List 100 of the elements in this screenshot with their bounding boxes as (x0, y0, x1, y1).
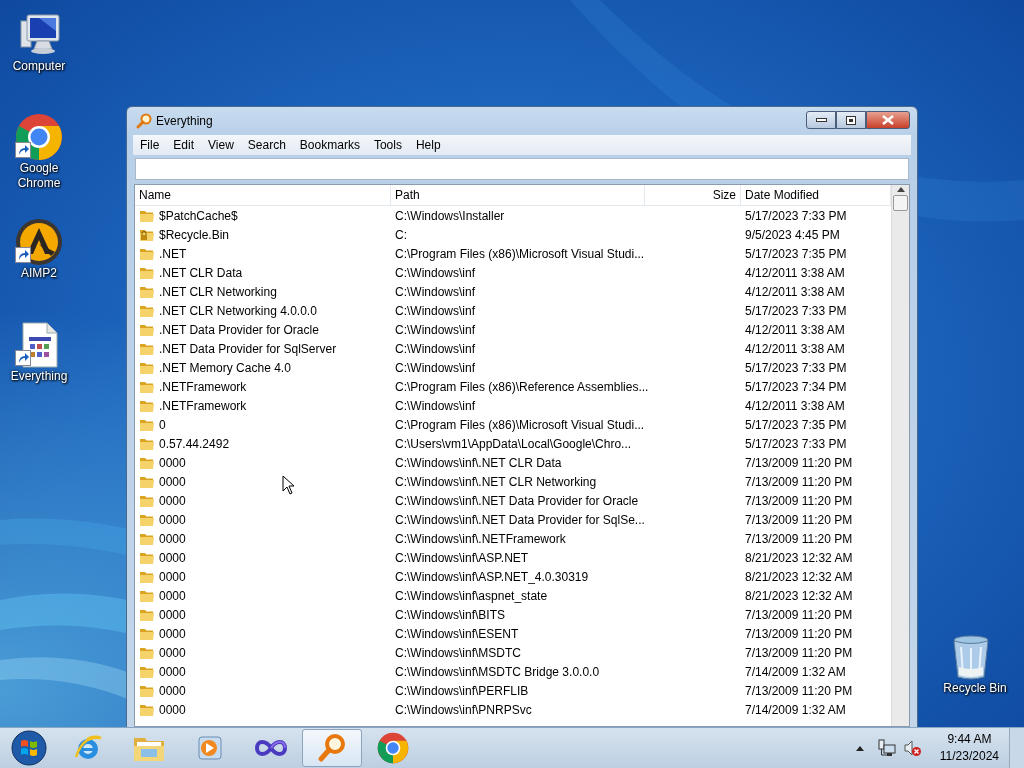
start-button[interactable] (11, 730, 47, 766)
file-name[interactable]: 0000 (159, 531, 186, 546)
date-modified: 7/13/2009 11:20 PM (744, 531, 854, 546)
locked-folder-icon (139, 227, 155, 242)
file-name[interactable]: 0000 (159, 474, 186, 489)
file-name[interactable]: 0000 (159, 569, 186, 584)
file-name[interactable]: 0000 (159, 493, 186, 508)
menu-item[interactable]: Bookmarks (292, 138, 367, 152)
folder-icon (139, 531, 155, 546)
folder-icon (139, 208, 155, 223)
file-path: C:\Windows\inf (394, 398, 477, 413)
scrollbar[interactable] (891, 185, 909, 726)
date-modified: 4/12/2011 3:38 AM (744, 284, 846, 299)
file-path: C: (394, 227, 408, 242)
clock-date[interactable]: 11/23/2024 (939, 748, 999, 765)
file-name[interactable]: .NET Data Provider for Oracle (159, 322, 319, 337)
folder-icon (139, 303, 155, 318)
file-name[interactable]: 0000 (159, 645, 186, 660)
date-modified: 4/12/2011 3:38 AM (744, 322, 846, 337)
column-header[interactable]: Name (135, 185, 391, 205)
folder-icon (139, 550, 155, 565)
folder-icon (139, 360, 155, 375)
menu-item[interactable]: File (133, 138, 167, 152)
close-button[interactable] (866, 111, 910, 129)
date-modified: 7/13/2009 11:20 PM (744, 607, 854, 622)
maximize-button[interactable] (836, 111, 866, 129)
file-path: C:\Program Files (x86)\Microsoft Visual Studi... (394, 246, 646, 261)
file-path: C:\Windows\inf\ASP.NET_4.0.30319 (394, 569, 590, 584)
file-name[interactable]: .NETFramework (159, 398, 247, 413)
network-icon[interactable] (877, 739, 896, 757)
clock-time[interactable]: 9:44 AM (947, 731, 992, 748)
date-modified: 5/17/2023 7:33 PM (744, 436, 848, 451)
folder-icon (139, 265, 155, 280)
minimize-button[interactable] (806, 111, 836, 129)
desktop-icon-label[interactable]: Google Chrome (4, 161, 74, 191)
file-name[interactable]: .NET CLR Networking (159, 284, 277, 299)
show-hidden-icons-button[interactable] (855, 745, 864, 751)
menu-item[interactable]: Help (408, 138, 448, 152)
search-field[interactable] (135, 158, 909, 180)
date-modified: 4/12/2011 3:38 AM (744, 265, 846, 280)
folder-icon (139, 284, 155, 299)
file-name[interactable]: 0000 (159, 550, 186, 565)
file-name[interactable]: .NET (159, 246, 187, 261)
scroll-up-arrow-icon[interactable] (896, 187, 905, 192)
folder-icon (139, 569, 155, 584)
file-name[interactable]: 0000 (159, 607, 186, 622)
taskbar-button[interactable] (302, 729, 362, 767)
file-path: C:\Windows\inf (394, 322, 477, 337)
file-path: C:\Windows\inf\MSDTC Bridge 3.0.0.0 (394, 664, 601, 679)
folder-icon (139, 398, 155, 413)
file-path: C:\Windows\inf\BITS (394, 607, 507, 622)
date-modified: 8/21/2023 12:32 AM (744, 569, 854, 584)
folder-icon (139, 588, 155, 603)
file-name[interactable]: 0 (159, 417, 166, 432)
folder-icon (139, 626, 155, 641)
menu-item[interactable]: Search (240, 138, 293, 152)
file-name[interactable]: 0000 (159, 702, 186, 717)
file-name[interactable]: 0000 (159, 664, 186, 679)
file-path: C:\Windows\inf\aspnet_state (394, 588, 549, 603)
file-name[interactable]: .NETFramework (159, 379, 247, 394)
file-name[interactable]: 0000 (159, 512, 186, 527)
file-name[interactable]: .NET CLR Data (159, 265, 243, 280)
column-header[interactable]: Size (645, 185, 741, 205)
app-icon (136, 113, 152, 129)
date-modified: 8/21/2023 12:32 AM (744, 588, 854, 603)
date-modified: 7/14/2009 1:32 AM (744, 702, 847, 717)
file-name[interactable]: .NET CLR Networking 4.0.0.0 (159, 303, 317, 318)
desktop-icon-label[interactable]: Everything (4, 369, 74, 384)
file-path: C:\Windows\Installer (394, 208, 506, 223)
folder-icon (139, 664, 155, 679)
file-name[interactable]: 0000 (159, 626, 186, 641)
folder-icon (139, 645, 155, 660)
menu-item[interactable]: Edit (166, 138, 202, 152)
file-name[interactable]: .NET Memory Cache 4.0 (159, 360, 291, 375)
folder-icon (139, 436, 155, 451)
desktop-icon-label[interactable]: Recycle Bin (940, 681, 1010, 696)
file-name[interactable]: 0000 (159, 588, 186, 603)
desktop-icon-label[interactable]: Computer (4, 59, 74, 74)
date-modified: 7/13/2009 11:20 PM (744, 683, 854, 698)
file-name[interactable]: 0000 (159, 683, 186, 698)
file-path: C:\Windows\inf (394, 303, 477, 318)
scrollbar-thumb[interactable] (893, 195, 908, 211)
column-header[interactable]: Path (391, 185, 645, 205)
file-name[interactable]: 0.57.44.2492 (159, 436, 230, 451)
menu-item[interactable]: View (201, 138, 241, 152)
file-name[interactable]: $PatchCache$ (159, 208, 238, 223)
muted-speaker-icon[interactable] (903, 739, 922, 757)
restore-icon (846, 115, 856, 125)
date-modified: 5/17/2023 7:33 PM (744, 303, 848, 318)
chrome-icon (377, 732, 409, 764)
file-name[interactable]: .NET Data Provider for SqlServer (159, 341, 337, 356)
close-icon (882, 115, 894, 125)
file-name[interactable]: 0000 (159, 455, 186, 470)
date-modified: 9/5/2023 4:45 PM (744, 227, 841, 242)
file-path: C:\Windows\inf\.NET Data Provider for SqlSe... (394, 512, 646, 527)
desktop-icon-label[interactable]: AIMP2 (4, 266, 74, 281)
menu-item[interactable]: Tools (366, 138, 409, 152)
minimize-icon (815, 118, 827, 122)
file-path: C:\Windows\inf\.NET CLR Data (394, 455, 563, 470)
file-name[interactable]: $Recycle.Bin (159, 227, 230, 242)
